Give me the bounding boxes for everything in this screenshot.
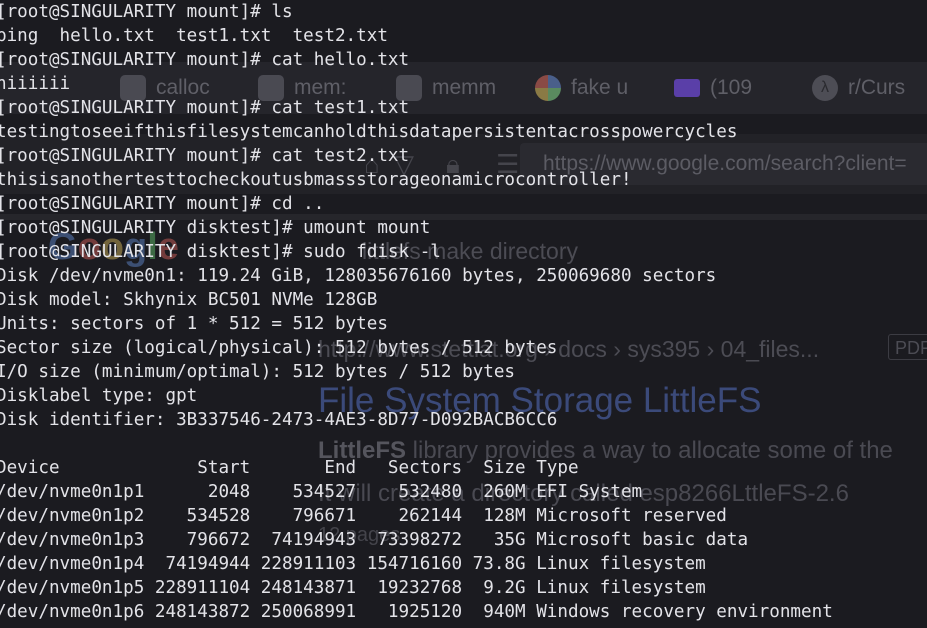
terminal-line: Sector size (logical/physical): 512 byte… xyxy=(0,338,558,358)
terminal-table-row: /dev/nvme0n1p5 228911104 248143871 19232… xyxy=(0,578,706,598)
terminal-line: Disk model: Skhynix BC501 NVMe 128GB xyxy=(0,290,378,310)
terminal-line: [root@SINGULARITY mount]# cat test1.txt xyxy=(0,98,410,118)
terminal-line: bing hello.txt test1.txt test2.txt xyxy=(0,26,388,46)
terminal-line: Disk /dev/nvme0n1: 119.24 GiB, 128035676… xyxy=(0,266,717,286)
terminal-line: I/O size (minimum/optimal): 512 bytes / … xyxy=(0,362,516,382)
terminal-line: [root@SINGULARITY mount]# cat test2.txt xyxy=(0,146,410,166)
terminal-window[interactable]: [root@SINGULARITY mount]# ls bing hello.… xyxy=(0,0,927,628)
terminal-line: [root@SINGULARITY mount]# cd .. xyxy=(0,194,325,214)
terminal-table-header: Device Start End Sectors Size Type xyxy=(0,458,579,478)
terminal-line: testingtoseeifthisfilesystemcanholdthisd… xyxy=(0,122,738,142)
terminal-table-row: /dev/nvme0n1p6 248143872 250068991 19251… xyxy=(0,602,833,622)
terminal-line: [root@SINGULARITY mount]# cat hello.txt xyxy=(0,50,410,70)
terminal-line: thisisanothertesttocheckoutusbmassstorag… xyxy=(0,170,632,190)
desktop-screen: calloc mem: memm fake u (109 λ r/Curs ⌂ … xyxy=(0,0,927,628)
terminal-line: Disk identifier: 3B337546-2473-4AE3-8D77… xyxy=(0,410,558,430)
terminal-line: [root@SINGULARITY disktest]# sudo fdisk … xyxy=(0,242,441,262)
terminal-line: hiiiiii xyxy=(0,74,71,94)
terminal-table-row: /dev/nvme0n1p4 74194944 228911103 154716… xyxy=(0,554,706,574)
terminal-line: [root@SINGULARITY mount]# ls xyxy=(0,2,293,22)
terminal-line: Disklabel type: gpt xyxy=(0,386,198,406)
terminal-line: [root@SINGULARITY disktest]# umount moun… xyxy=(0,218,431,238)
terminal-line: Units: sectors of 1 * 512 = 512 bytes xyxy=(0,314,388,334)
terminal-table-row: /dev/nvme0n1p2 534528 796671 262144 128M… xyxy=(0,506,727,526)
terminal-table-row: /dev/nvme0n1p1 2048 534527 532480 260M E… xyxy=(0,482,643,502)
terminal-table-row: /dev/nvme0n1p3 796672 74194943 73398272 … xyxy=(0,530,749,550)
